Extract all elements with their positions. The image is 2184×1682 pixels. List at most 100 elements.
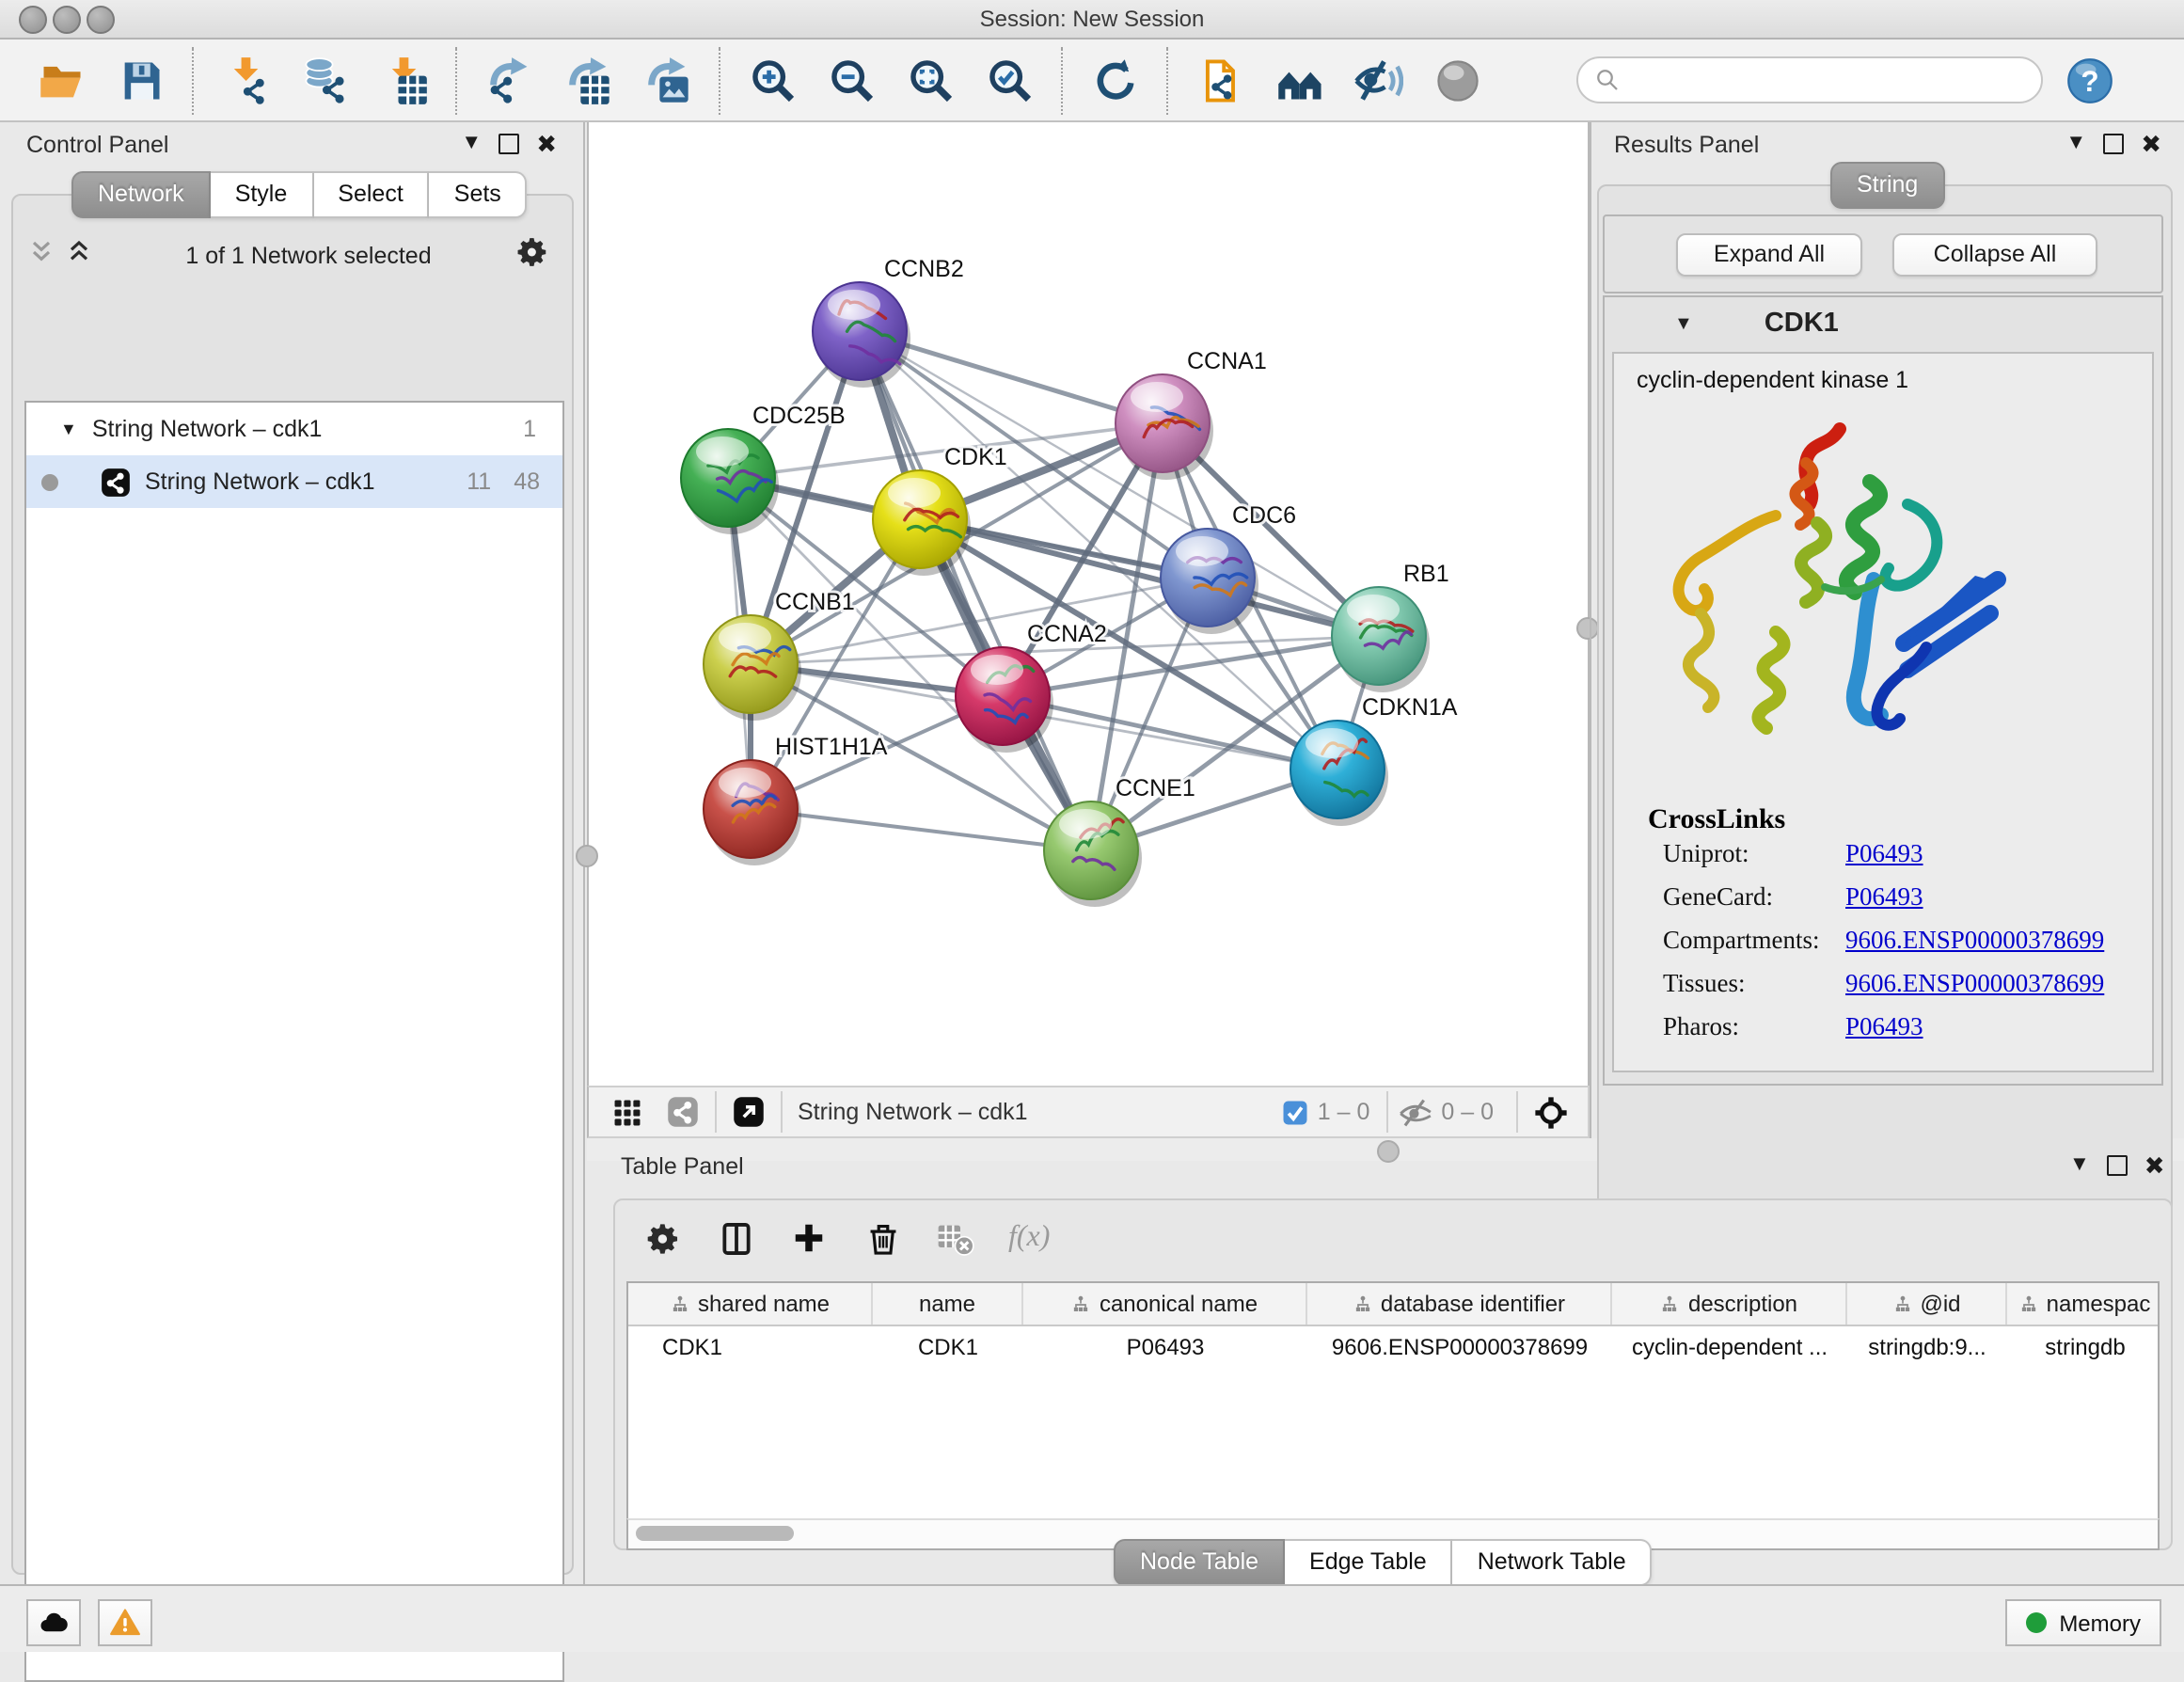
close-panel-icon[interactable]: ✖	[2141, 132, 2161, 156]
network-edge[interactable]	[751, 809, 1091, 850]
home-button[interactable]	[1268, 48, 1332, 112]
zoom-fit-button[interactable]	[899, 48, 963, 112]
detach-view-button[interactable]	[732, 1095, 766, 1129]
tab-style[interactable]: Style	[211, 171, 314, 218]
close-panel-icon[interactable]: ✖	[536, 132, 557, 156]
string-view-button[interactable]	[666, 1095, 700, 1129]
network-row[interactable]: String Network – cdk1 11 48	[26, 455, 562, 508]
maximize-panel-icon[interactable]	[2107, 1155, 2128, 1176]
network-node-ccnb2[interactable]	[813, 282, 910, 388]
help-button[interactable]: ?	[2065, 56, 2114, 104]
float-panel-icon[interactable]: ▼	[461, 134, 482, 154]
crosslink-link[interactable]: 9606.ENSP00000378699	[1845, 926, 2104, 954]
import-table-button[interactable]	[372, 48, 436, 112]
cloud-status-button[interactable]	[26, 1599, 81, 1646]
tab-sets[interactable]: Sets	[430, 171, 528, 218]
warning-icon	[109, 1607, 141, 1639]
window-title: Session: New Session	[0, 6, 2184, 32]
export-table-button[interactable]	[557, 48, 621, 112]
collapse-all-button[interactable]: Collapse All	[1892, 233, 2097, 277]
tab-select[interactable]: Select	[313, 171, 430, 218]
table-options-button[interactable]	[641, 1217, 683, 1259]
tab-network-table[interactable]: Network Table	[1453, 1539, 1653, 1586]
import-network-icon	[222, 56, 271, 104]
warnings-button[interactable]	[98, 1599, 152, 1646]
birds-eye-view-button[interactable]	[1533, 1094, 1569, 1130]
show-columns-button[interactable]	[715, 1217, 756, 1259]
float-panel-icon[interactable]: ▼	[2069, 1155, 2090, 1176]
network-edge[interactable]	[860, 331, 1091, 850]
column-header-name[interactable]: name	[873, 1283, 1023, 1325]
export-image-button[interactable]	[636, 48, 700, 112]
search-icon	[1593, 66, 1622, 94]
network-node-ccna2[interactable]	[956, 647, 1053, 753]
scrollbar-thumb[interactable]	[636, 1526, 794, 1541]
close-panel-icon[interactable]: ✖	[2144, 1153, 2165, 1178]
sphere-button[interactable]	[1426, 48, 1490, 112]
network-node-hist1h1a[interactable]	[704, 760, 801, 865]
zoom-selected-button[interactable]	[978, 48, 1042, 112]
import-network-button[interactable]	[214, 48, 278, 112]
vertical-splitter-handle[interactable]	[576, 845, 598, 867]
network-node-ccne1[interactable]	[1044, 801, 1142, 907]
network-node-cdkn1a[interactable]	[1290, 721, 1388, 826]
tab-string[interactable]: String	[1830, 162, 1944, 209]
tab-node-table[interactable]: Node Table	[1114, 1539, 1285, 1586]
hide-panels-button[interactable]	[1347, 48, 1411, 112]
collapse-all-networks-button[interactable]	[26, 236, 64, 276]
network-node-cdk1[interactable]	[873, 470, 971, 576]
tab-edge-table[interactable]: Edge Table	[1285, 1539, 1453, 1586]
tab-network[interactable]: Network	[71, 171, 211, 218]
network-node-ccna1[interactable]	[1116, 374, 1213, 480]
crosslink-link[interactable]: P06493	[1845, 882, 1923, 911]
gear-icon	[644, 1220, 680, 1256]
column-header--id[interactable]: @id	[1847, 1283, 2007, 1325]
expand-all-button[interactable]: Expand All	[1676, 233, 1862, 277]
network-node-cdc6[interactable]	[1161, 529, 1258, 634]
show-grid-button[interactable]	[611, 1096, 643, 1128]
tree-expander-icon[interactable]: ▼	[60, 420, 77, 438]
column-header-database-identifier[interactable]: database identifier	[1307, 1283, 1612, 1325]
maximize-panel-icon[interactable]	[499, 134, 519, 154]
save-session-button[interactable]	[109, 48, 173, 112]
import-database-icon	[301, 56, 350, 104]
maximize-panel-icon[interactable]	[2103, 134, 2124, 154]
crosslink-label: Uniprot:	[1663, 839, 1845, 869]
network-collection-row[interactable]: ▼ String Network – cdk1 1	[26, 403, 562, 455]
open-session-button[interactable]	[30, 48, 94, 112]
column-header-canonical-name[interactable]: canonical name	[1023, 1283, 1307, 1325]
protein-description: cyclin-dependent kinase 1	[1637, 367, 1908, 393]
crosslink-link[interactable]: 9606.ENSP00000378699	[1845, 969, 2104, 997]
zoom-in-button[interactable]	[741, 48, 805, 112]
zoom-out-button[interactable]	[820, 48, 884, 112]
memory-button[interactable]: Memory	[2004, 1599, 2161, 1646]
column-header-shared-name[interactable]: shared name	[628, 1283, 873, 1325]
search-input[interactable]	[1622, 59, 2041, 101]
crosslink-link[interactable]: P06493	[1845, 839, 1923, 867]
column-header-namespac[interactable]: namespac	[2007, 1283, 2160, 1325]
create-column-button[interactable]	[788, 1217, 830, 1259]
import-network-from-database-button[interactable]	[293, 48, 357, 112]
search-field[interactable]	[1576, 56, 2043, 103]
share-document-button[interactable]	[1189, 48, 1253, 112]
horizontal-splitter-handle[interactable]	[1377, 1140, 1400, 1163]
apply-layout-button[interactable]	[1084, 48, 1147, 112]
results-panel-window-controls: ▼ ✖	[2065, 132, 2161, 156]
section-expander-icon[interactable]: ▼	[1674, 313, 1693, 334]
table-panel: f(x) shared namenamecanonical namedataba…	[613, 1198, 2173, 1550]
toolbar-separator	[1516, 1091, 1518, 1133]
table-row[interactable]: CDK1CDK1P064939606.ENSP00000378699cyclin…	[628, 1326, 2158, 1368]
delete-column-button[interactable]	[862, 1217, 903, 1259]
network-list-options-button[interactable]	[515, 234, 557, 278]
selected-checkbox[interactable]	[1282, 1098, 1310, 1126]
network-node-rb1[interactable]	[1332, 587, 1430, 692]
column-header-description[interactable]: description	[1612, 1283, 1847, 1325]
network-canvas[interactable]: CCNB2CCNA1CDC25BCDK1CDC6RB1CCNB1CCNA2CDK…	[587, 122, 1590, 1086]
expand-all-networks-button[interactable]	[64, 236, 102, 276]
save-icon	[117, 56, 166, 104]
crosslink-link[interactable]: P06493	[1845, 1012, 1923, 1040]
toolbar-separator	[1061, 46, 1065, 114]
export-network-button[interactable]	[478, 48, 542, 112]
float-panel-icon[interactable]: ▼	[2065, 134, 2086, 154]
network-node-cdc25b[interactable]	[681, 429, 779, 534]
